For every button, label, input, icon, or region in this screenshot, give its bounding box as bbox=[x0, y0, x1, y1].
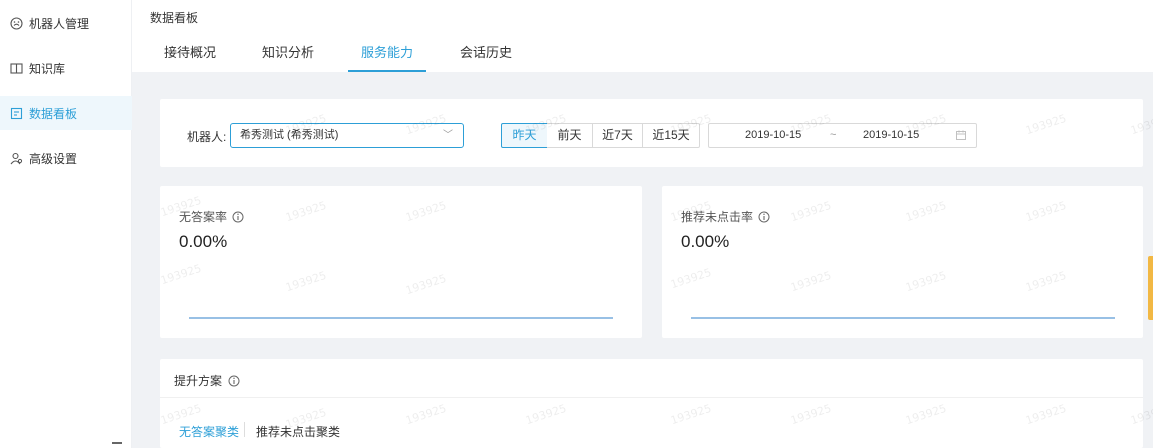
page-header: 数据看板 接待概况 知识分析 服务能力 会话历史 bbox=[132, 0, 1153, 72]
plan-title: 提升方案 bbox=[174, 374, 223, 388]
recommend-unclicked-trend-line bbox=[691, 317, 1115, 319]
metric-card-no-answer-rate: 无答案率 0.00% bbox=[160, 186, 642, 338]
robot-icon bbox=[9, 16, 23, 30]
end-date: 2019-10-15 bbox=[863, 129, 920, 141]
range-15-days-button[interactable]: 近15天 bbox=[643, 123, 700, 148]
calendar-icon bbox=[956, 130, 966, 140]
metric-label-row: 推荐未点击率 bbox=[681, 208, 770, 225]
metric-value: 0.00% bbox=[681, 232, 730, 251]
tab-session-history[interactable]: 会话历史 bbox=[460, 42, 512, 72]
sidebar-item-data-dashboard[interactable]: 数据看板 bbox=[0, 96, 132, 130]
no-answer-trend-line bbox=[189, 317, 613, 319]
metric-label: 无答案率 bbox=[179, 210, 228, 224]
info-icon[interactable] bbox=[228, 375, 240, 387]
page-title: 数据看板 bbox=[150, 11, 199, 25]
start-date: 2019-10-15 bbox=[745, 129, 802, 141]
improvement-plan-card: 提升方案 无答案聚类 推荐未点击聚类 bbox=[160, 359, 1143, 448]
metric-card-recommend-unclicked-rate: 推荐未点击率 0.00% bbox=[662, 186, 1143, 338]
tab-recommend-unclicked-cluster[interactable]: 推荐未点击聚类 bbox=[256, 423, 340, 440]
range-day-before-button[interactable]: 前天 bbox=[547, 123, 593, 148]
robot-select-value: 希秀测试 (希秀测试) bbox=[240, 129, 339, 141]
floating-side-tab[interactable] bbox=[1148, 256, 1153, 320]
collapse-icon[interactable] bbox=[112, 442, 122, 444]
sidebar-item-advanced-settings[interactable]: 高级设置 bbox=[0, 141, 132, 175]
robot-label: 机器人: bbox=[187, 130, 227, 144]
info-icon[interactable] bbox=[232, 211, 244, 223]
sidebar-item-label: 知识库 bbox=[29, 61, 66, 76]
divider bbox=[244, 422, 245, 437]
user-settings-icon bbox=[9, 151, 23, 165]
metric-value: 0.00% bbox=[179, 232, 228, 251]
range-7-days-button[interactable]: 近7天 bbox=[593, 123, 643, 148]
date-range-picker[interactable]: 2019-10-15 ~ 2019-10-15 bbox=[708, 123, 977, 148]
date-range-separator: ~ bbox=[830, 129, 837, 141]
robot-select[interactable]: 希秀测试 (希秀测试) ﹀ bbox=[230, 123, 464, 148]
tab-reception-overview[interactable]: 接待概况 bbox=[164, 42, 216, 72]
plan-title-row: 提升方案 bbox=[174, 372, 240, 389]
chevron-down-icon: ﹀ bbox=[443, 130, 453, 141]
sidebar-item-robot-management[interactable]: 机器人管理 bbox=[0, 6, 132, 40]
dashboard-icon bbox=[9, 106, 23, 120]
sidebar-item-label: 高级设置 bbox=[29, 151, 78, 166]
metric-label-row: 无答案率 bbox=[179, 208, 244, 225]
metric-label: 推荐未点击率 bbox=[681, 210, 754, 224]
tab-service-capability[interactable]: 服务能力 bbox=[347, 42, 427, 72]
filter-bar: 机器人: 希秀测试 (希秀测试) ﹀ 昨天 前天 近7天 近15天 2019-1… bbox=[160, 99, 1143, 167]
sidebar-item-label: 机器人管理 bbox=[29, 16, 90, 31]
range-yesterday-button[interactable]: 昨天 bbox=[501, 123, 548, 148]
sidebar-item-label: 数据看板 bbox=[29, 106, 78, 121]
sidebar: 机器人管理 知识库 数据看板 高级设置 bbox=[0, 0, 132, 448]
info-icon[interactable] bbox=[758, 211, 770, 223]
tab-knowledge-analysis[interactable]: 知识分析 bbox=[262, 42, 314, 72]
sidebar-item-knowledge-base[interactable]: 知识库 bbox=[0, 51, 132, 85]
divider bbox=[160, 397, 1143, 398]
book-icon bbox=[9, 61, 23, 75]
tab-no-answer-cluster[interactable]: 无答案聚类 bbox=[179, 423, 239, 440]
